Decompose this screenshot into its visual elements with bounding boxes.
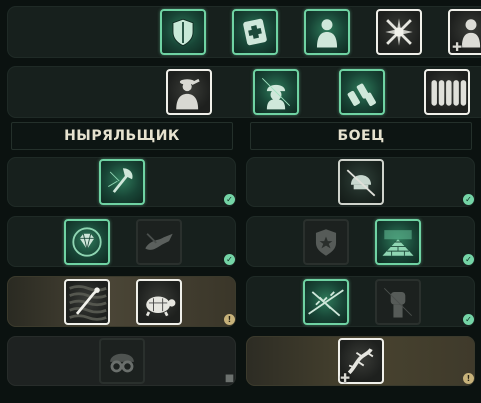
turtle-icon[interactable]	[136, 279, 182, 325]
helmet-crossed-icon[interactable]	[338, 159, 384, 205]
goggles-helmet-icon[interactable]	[99, 338, 145, 384]
person-silhouette-icon[interactable]	[304, 9, 350, 55]
ammo-rack-icon[interactable]	[424, 69, 470, 115]
diamond-icon[interactable]	[64, 219, 110, 265]
plus-icon: ✚	[452, 40, 463, 54]
medkit-icon[interactable]	[232, 9, 278, 55]
brick-wall-icon[interactable]	[375, 219, 421, 265]
row-complete-check-icon: ✓	[224, 194, 235, 205]
axe-icon[interactable]	[99, 159, 145, 205]
barbed-wire-icon[interactable]	[303, 279, 349, 325]
fighter-perk-row-2	[246, 216, 475, 267]
column-title-diver: НЫРЯЛЬЩИК	[11, 122, 233, 150]
diver-icon[interactable]	[64, 279, 110, 325]
row-complete-check-icon: ✓	[463, 254, 474, 265]
diver-perk-row-3	[7, 276, 236, 327]
row-complete-check-icon: ✓	[463, 194, 474, 205]
row-locked-icon: ■	[224, 372, 235, 384]
top-perk-row-2	[7, 66, 481, 118]
soldier-helmet-icon[interactable]	[253, 69, 299, 115]
fist-icon[interactable]	[375, 279, 421, 325]
police-badge-icon[interactable]	[303, 219, 349, 265]
row-warning-icon: !	[224, 314, 235, 325]
column-title-fighter: БОЕЦ	[250, 122, 472, 150]
row-complete-check-icon: ✓	[224, 254, 235, 265]
row-complete-check-icon: ✓	[463, 314, 474, 325]
shield-icon[interactable]	[160, 9, 206, 55]
diver-perk-row-2	[7, 216, 236, 267]
saluting-soldier-icon[interactable]	[166, 69, 212, 115]
ammo-shells-icon[interactable]	[339, 69, 385, 115]
plus-icon: ✚	[340, 371, 351, 385]
row-warning-icon: !	[463, 373, 474, 384]
crossed-rifles-icon[interactable]	[376, 9, 422, 55]
fighter-perk-row-3	[246, 276, 475, 327]
crocodile-icon[interactable]	[136, 219, 182, 265]
